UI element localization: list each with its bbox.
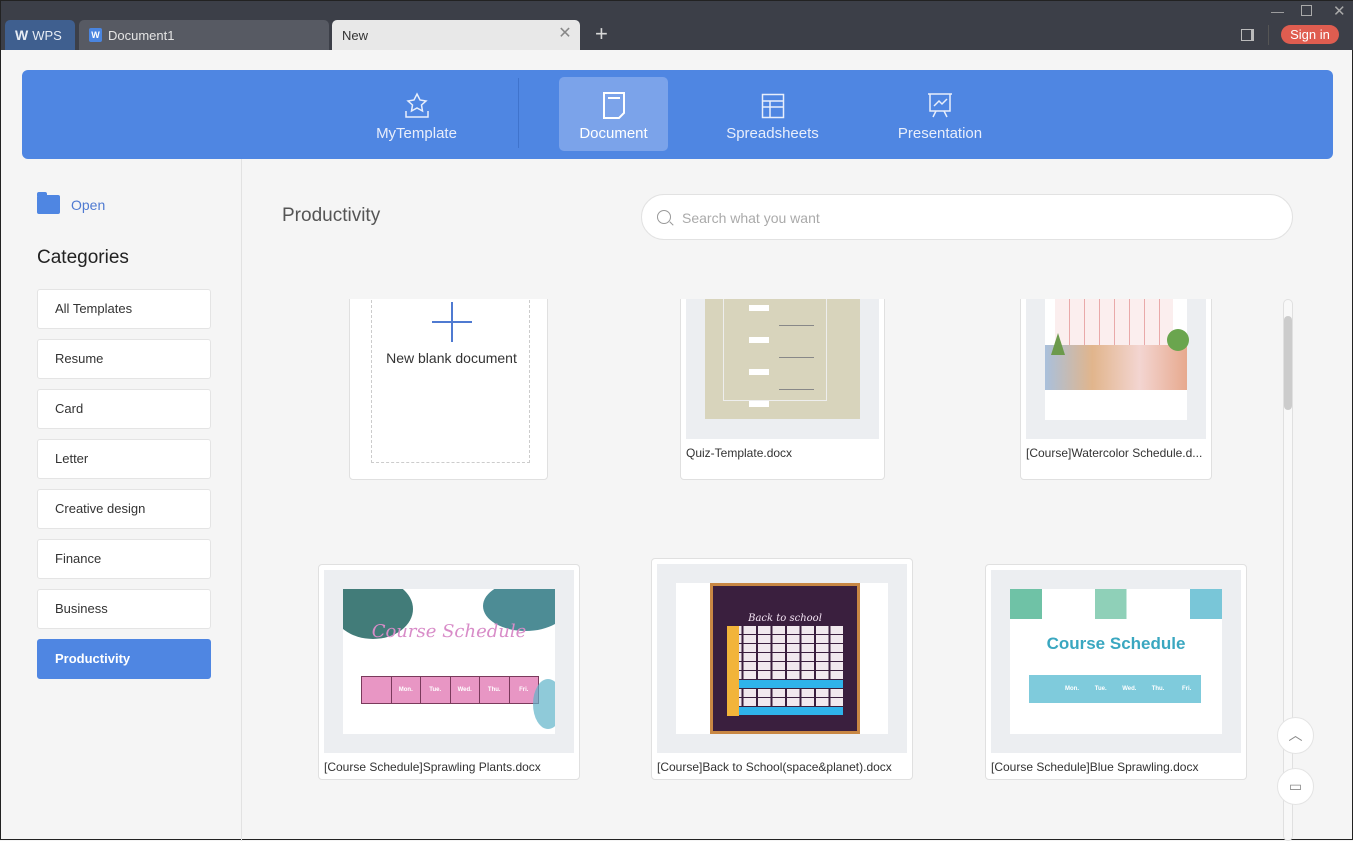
day-label: Tue. [421,677,451,703]
template-card[interactable]: Course Schedule Mon. Tue. Wed. Thu. Fri.… [985,564,1247,780]
title-bar: W WPS W Document1 New ✕ + — ✕ Sign in [1,1,1353,50]
template-thumbnail: Back to school [657,564,907,753]
day-label: Wed. [451,677,480,703]
preview-title: Course Schedule [371,621,527,642]
categories-title: Categories [37,247,129,268]
scroll-to-top-button[interactable]: ︿ [1277,717,1314,754]
category-creative-design[interactable]: Creative design [37,489,211,529]
day-label: Wed. [1122,686,1137,692]
category-business[interactable]: Business [37,589,211,629]
blue-sprawling-preview: Course Schedule Mon. Tue. Wed. Thu. Fri. [1010,589,1222,734]
category-all-templates[interactable]: All Templates [37,289,211,329]
folder-icon [37,192,60,214]
page-heading: Productivity [282,205,381,226]
divider [1268,25,1269,45]
template-card[interactable]: Course Schedule Mon. Tue. Wed. Thu. Fri.… [318,564,580,780]
tab-mytemplate[interactable]: MyTemplate [362,77,471,151]
template-name: [Course Schedule]Sprawling Plants.docx [324,760,541,774]
day-label: Thu. [480,677,510,703]
day-label: Mon. [392,677,421,703]
template-thumbnail: Course Schedule Mon. Tue. Wed. Thu. Fri. [324,570,574,753]
template-name: Quiz-Template.docx [686,446,793,460]
close-window-icon[interactable]: ✕ [1333,2,1346,20]
tab-presentation[interactable]: Presentation [885,77,995,151]
preview-title: Course Schedule [1046,634,1186,653]
day-label: Thu. [1151,686,1165,692]
blank-frame: New blank document [371,299,530,463]
preview-title: Back to school [748,613,822,624]
day-label: Fri. [1182,686,1192,692]
chevron-up-icon: ︿ [1288,727,1303,743]
template-thumbnail [1026,299,1206,439]
divider [518,78,519,148]
category-resume[interactable]: Resume [37,339,211,379]
scrollbar-thumb[interactable] [1284,316,1292,410]
template-card[interactable]: Quiz-Template.docx [680,299,885,480]
tab-label: Presentation [897,125,983,142]
new-blank-document-card[interactable]: New blank document [349,299,548,480]
layout-toggle-icon[interactable] [1241,29,1254,41]
tab-label: Document [579,125,648,142]
search-box [641,194,1293,240]
presentation-icon [885,77,995,119]
sign-in-button[interactable]: Sign in [1281,25,1339,44]
search-input[interactable] [682,205,1272,231]
wps-logo-icon: W [15,27,29,43]
template-name: [Course]Watercolor Schedule.d... [1026,446,1203,460]
day-label: Tue. [1094,686,1107,692]
category-banner: MyTemplate Document Spreadsheets Present… [22,70,1333,159]
watercolor-preview [1045,299,1189,420]
space-preview: Back to school [676,583,888,734]
star-tray-icon [362,77,471,119]
plants-preview: Course Schedule Mon. Tue. Wed. Thu. Fri. [343,589,555,734]
template-name: [Course Schedule]Blue Sprawling.docx [991,760,1199,774]
template-card[interactable]: Back to school [Course]Back to School(sp… [651,558,913,780]
tab-label: WPS [32,27,62,43]
tab-document[interactable]: Document [559,77,668,151]
tab-label: Document1 [108,27,175,43]
close-tab-icon[interactable]: ✕ [558,26,572,42]
tab-new[interactable]: New ✕ [332,20,580,50]
tab-spreadsheets[interactable]: Spreadsheets [718,77,827,151]
tab-document1[interactable]: W Document1 [79,20,329,50]
spreadsheet-icon [718,77,827,119]
plus-icon-vertical [451,302,453,342]
writer-doc-icon: W [89,28,102,42]
tab-label: Spreadsheets [726,125,819,142]
template-card[interactable]: [Course]Watercolor Schedule.d... [1020,299,1212,480]
quiz-preview [705,299,860,419]
template-grid: New blank document Quiz-Template.docx [C… [243,299,1283,841]
document-icon [559,77,668,119]
category-finance[interactable]: Finance [37,539,211,579]
template-thumbnail: Course Schedule Mon. Tue. Wed. Thu. Fri. [991,570,1241,753]
minimize-icon[interactable]: — [1271,4,1284,19]
chat-bubble-icon: ▭ [1288,778,1303,794]
template-name: [Course]Back to School(space&planet).doc… [657,760,892,774]
feedback-button[interactable]: ▭ [1277,768,1314,805]
open-button[interactable]: Open [37,192,106,214]
tab-label: New [342,27,369,43]
template-thumbnail [686,299,879,439]
new-blank-label: New blank document [386,350,517,366]
search-icon [657,210,671,224]
tab-label: MyTemplate [376,125,457,142]
open-label: Open [71,196,106,213]
day-label: Mon. [1065,686,1079,692]
new-tab-plus-icon[interactable]: + [595,22,608,46]
tab-wps[interactable]: W WPS [5,20,75,50]
category-productivity[interactable]: Productivity [37,639,211,679]
category-letter[interactable]: Letter [37,439,211,479]
maximize-icon[interactable] [1301,5,1312,16]
category-card[interactable]: Card [37,389,211,429]
